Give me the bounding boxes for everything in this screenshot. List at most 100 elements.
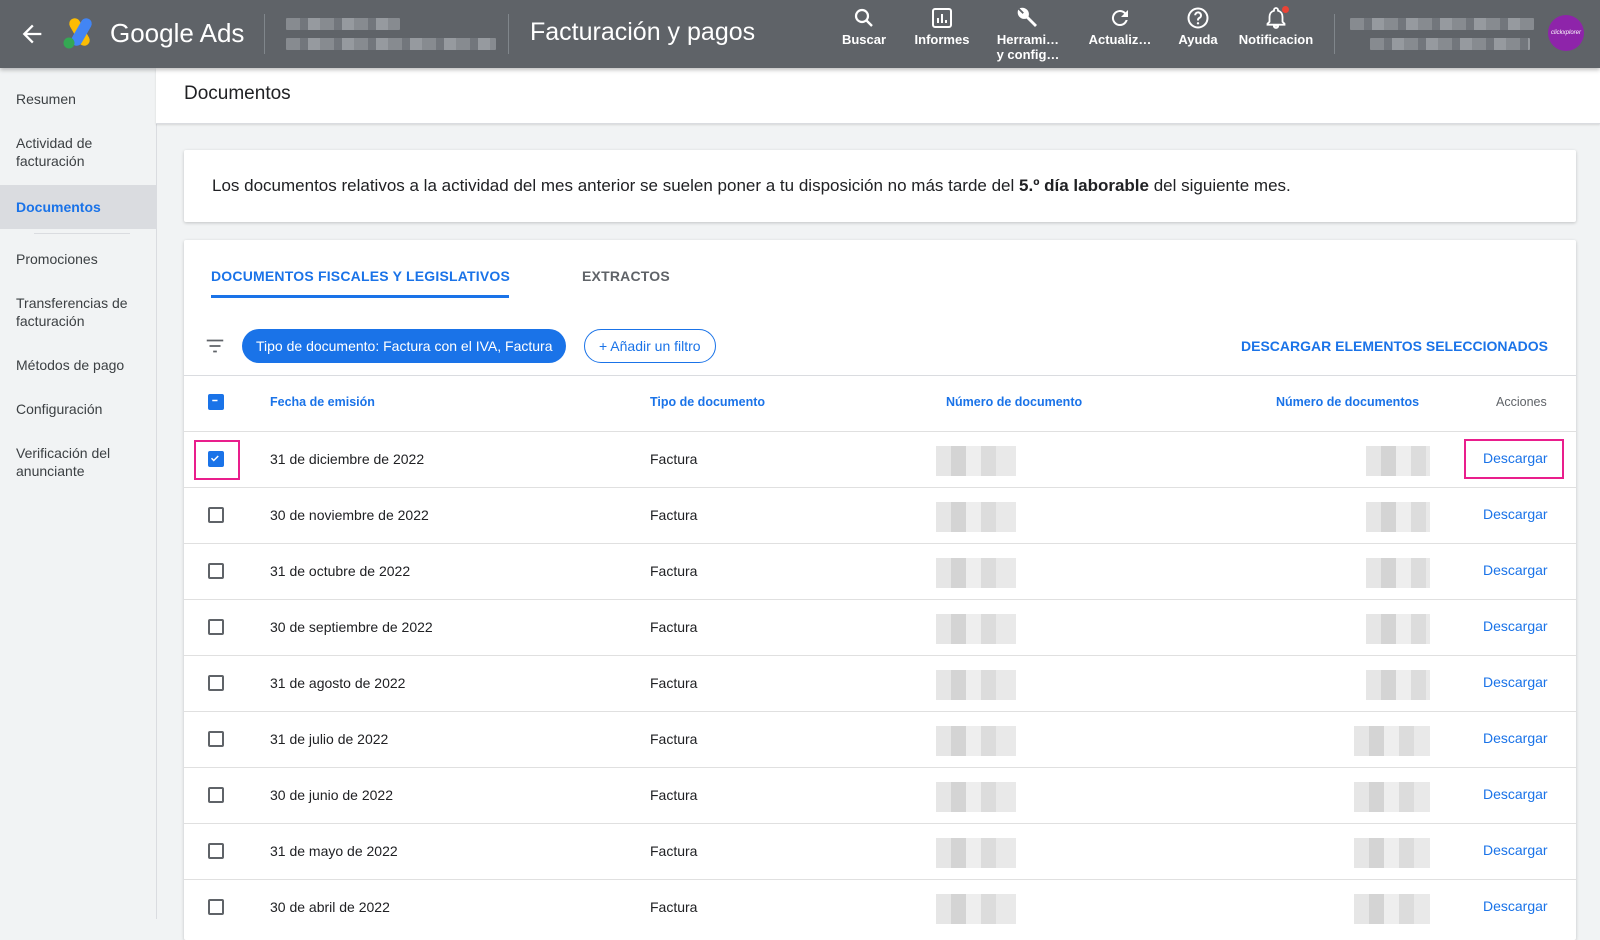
user-email-redacted [1350,18,1534,30]
table-row: 31 de julio de 2022 Factura Descargar [184,711,1576,768]
download-button[interactable]: Descargar [1483,730,1548,746]
document-number-redacted [936,838,1016,868]
document-number-redacted [936,894,1016,924]
notification-badge [1282,6,1289,13]
document-count-redacted [1366,502,1430,532]
table-row: 30 de noviembre de 2022 Factura Descargar [184,487,1576,544]
sidebar-item-actividad[interactable]: Actividad de facturación [0,134,126,170]
search-icon [854,8,873,27]
sidebar-item-verificacion[interactable]: Verificación del anunciante [0,444,126,480]
row-document-type: Factura [650,787,698,803]
download-button[interactable]: Descargar [1483,618,1548,634]
refresh-button[interactable]: Actualiz… [1080,6,1160,47]
help-icon [1187,7,1209,29]
row-date: 31 de mayo de 2022 [270,843,398,859]
document-count-redacted [1354,782,1430,812]
tools-settings-button[interactable]: Herrami… y config… [988,6,1068,62]
document-number-redacted [936,446,1016,476]
document-number-redacted [936,502,1016,532]
download-button[interactable]: Descargar [1483,842,1548,858]
page-title: Facturación y pagos [530,18,756,46]
sidebar-item-documentos[interactable]: Documentos [0,185,156,229]
document-count-redacted [1366,670,1430,700]
row-checkbox[interactable] [208,507,224,523]
row-checkbox[interactable] [208,787,224,803]
document-count-redacted [1366,558,1430,588]
document-number-redacted [936,782,1016,812]
column-header-date[interactable]: Fecha de emisión [270,395,375,409]
notifications-button[interactable]: Notificacion [1236,6,1316,47]
sidebar-divider [34,233,130,234]
select-all-checkbox[interactable] [208,394,224,410]
notice-bold: 5.º día laborable [1019,176,1149,195]
topbar-divider [508,14,509,54]
row-checkbox[interactable] [208,843,224,859]
add-filter-button[interactable]: + Añadir un filtro [584,329,716,363]
download-button[interactable]: Descargar [1483,898,1548,914]
column-header-actions: Acciones [1496,395,1547,409]
section-title: Documentos [184,83,291,104]
back-arrow-icon[interactable] [18,20,46,48]
row-checkbox[interactable] [208,731,224,747]
sidebar-item-transferencias[interactable]: Transferencias de facturación [0,294,140,330]
row-checkbox[interactable] [208,675,224,691]
table-row: 30 de septiembre de 2022 Factura Descargar [184,599,1576,656]
row-document-type: Factura [650,731,698,747]
documents-card: DOCUMENTOS FISCALES Y LEGISLATIVOS EXTRA… [184,240,1576,940]
row-document-type: Factura [650,451,698,467]
download-highlight [1464,439,1564,479]
sidebar-item-metodos-pago[interactable]: Métodos de pago [0,356,156,374]
row-date: 30 de septiembre de 2022 [270,619,433,635]
tab-fiscal-documents[interactable]: DOCUMENTOS FISCALES Y LEGISLATIVOS [211,268,510,284]
download-button[interactable]: Descargar [1483,786,1548,802]
table-row: 31 de agosto de 2022 Factura Descargar [184,655,1576,712]
download-button[interactable]: Descargar [1483,506,1548,522]
row-checkbox[interactable] [208,899,224,915]
filter-icon[interactable] [204,335,226,357]
reports-button[interactable]: Informes [902,6,982,47]
google-ads-logo-icon [63,18,92,49]
row-checkbox[interactable] [208,619,224,635]
topbar-divider [264,14,265,54]
table-row: 30 de abril de 2022 Factura Descargar [184,879,1576,936]
row-date: 31 de diciembre de 2022 [270,451,425,467]
sidebar-item-configuracion[interactable]: Configuración [0,400,156,418]
search-button[interactable]: Buscar [824,6,904,47]
table-row: 31 de diciembre de 2022 Factura Descargar [184,431,1576,488]
row-date: 31 de julio de 2022 [270,731,389,747]
row-document-type: Factura [650,899,698,915]
help-button[interactable]: Ayuda [1158,6,1238,47]
brand-name: Google Ads [110,18,245,48]
row-document-type: Factura [650,619,698,635]
row-date: 30 de junio de 2022 [270,787,393,803]
document-count-redacted [1354,894,1430,924]
tab-statements[interactable]: EXTRACTOS [582,268,670,284]
document-count-redacted [1354,838,1430,868]
reports-icon [932,8,952,28]
sidebar-item-promociones[interactable]: Promociones [0,250,156,268]
table-top-divider [184,375,1576,376]
notice-text: Los documentos relativos a la actividad … [212,176,1291,195]
document-count-redacted [1366,614,1430,644]
column-header-type[interactable]: Tipo de documento [650,395,765,409]
document-count-redacted [1354,726,1430,756]
sidebar-item-resumen[interactable]: Resumen [0,90,156,112]
avatar[interactable]: clickxplorer [1548,15,1584,51]
row-document-type: Factura [650,675,698,691]
row-checkbox[interactable] [208,563,224,579]
column-header-count[interactable]: Número de documentos [1276,395,1419,409]
download-button[interactable]: Descargar [1483,674,1548,690]
row-document-type: Factura [650,507,698,523]
topbar-divider [1334,14,1335,54]
row-document-type: Factura [650,563,698,579]
wrench-icon [1017,7,1037,28]
column-header-number[interactable]: Número de documento [946,395,1082,409]
document-number-redacted [936,726,1016,756]
document-number-redacted [936,614,1016,644]
download-selected-button[interactable]: DESCARGAR ELEMENTOS SELECCIONADOS [1241,338,1548,354]
document-type-filter-chip[interactable]: Tipo de documento: Factura con el IVA, F… [242,329,567,363]
table-row: 31 de octubre de 2022 Factura Descargar [184,543,1576,600]
checkbox-highlight [194,440,240,480]
download-button[interactable]: Descargar [1483,562,1548,578]
table-row: 31 de mayo de 2022 Factura Descargar [184,823,1576,880]
